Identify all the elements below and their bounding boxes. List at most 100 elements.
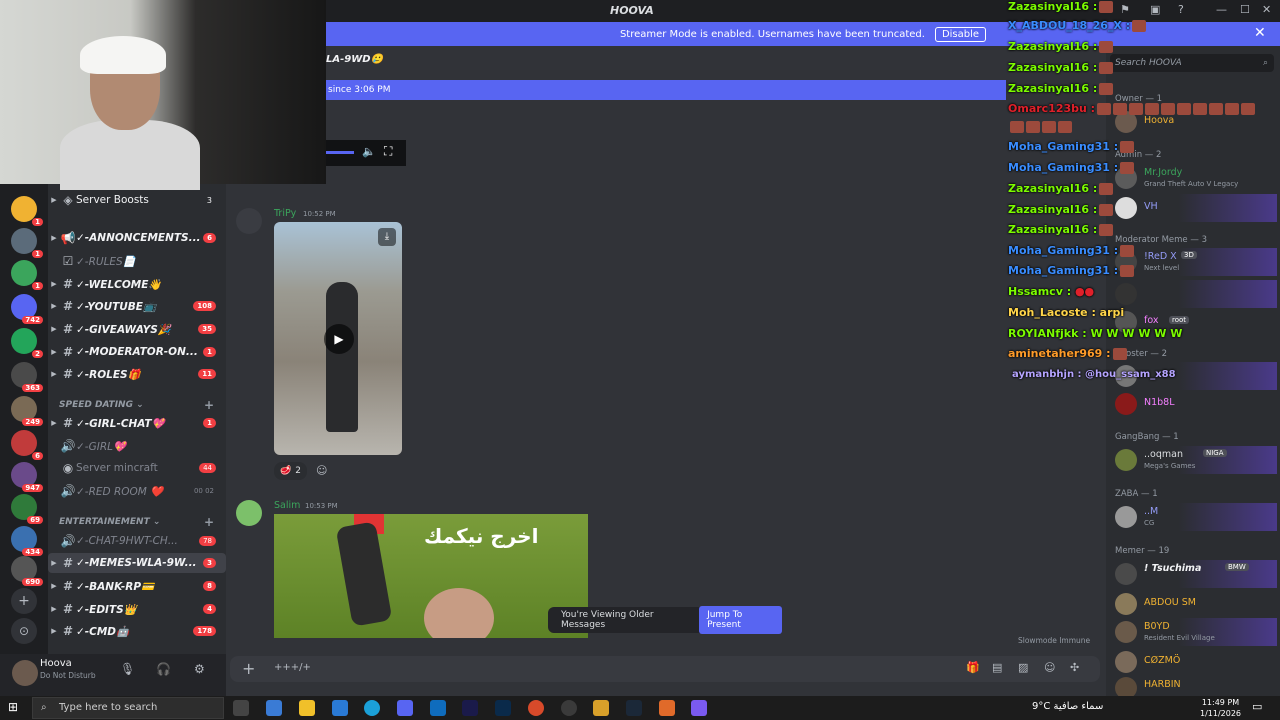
store-icon[interactable] bbox=[266, 700, 282, 716]
channel-item[interactable]: ▶ # ✓-ROLES🎁 11 bbox=[48, 364, 226, 384]
member-item[interactable]: ..oqman NIGA Mega's Games bbox=[1113, 446, 1277, 474]
reaction[interactable]: 🥩 2 bbox=[274, 462, 307, 480]
add-attachment-icon[interactable]: + bbox=[242, 659, 255, 678]
message-author[interactable]: Salim bbox=[274, 500, 300, 511]
banner-close-icon[interactable]: ✕ bbox=[1254, 25, 1266, 41]
channel-item[interactable]: ▶ # ✓-MODERATOR-ON... 1 bbox=[48, 342, 226, 362]
server-icon[interactable]: 947 bbox=[11, 462, 43, 492]
outlook-icon[interactable] bbox=[430, 700, 446, 716]
member-item[interactable]: !ReD X 3D Next level bbox=[1113, 248, 1277, 276]
server-icon[interactable]: 742 bbox=[11, 294, 43, 324]
play-icon[interactable]: ▶ bbox=[324, 324, 354, 354]
member-item[interactable]: ABDOU SM bbox=[1113, 590, 1277, 618]
inbox-icon[interactable]: ⚑ bbox=[1120, 3, 1130, 16]
channel-item[interactable]: 🔊 ✓-RED ROOM ❤️ 00 02 bbox=[48, 481, 226, 501]
gift-icon[interactable]: 🎁 bbox=[966, 661, 980, 674]
category-speed-dating[interactable]: SPEED DATING ⌄ + bbox=[59, 398, 214, 412]
channel-item[interactable]: ▶ 📢 ✓-ANNONCEMENTS... 6 bbox=[48, 228, 226, 248]
obs-icon[interactable] bbox=[561, 700, 577, 716]
app-icon[interactable] bbox=[593, 700, 609, 716]
edge-icon[interactable] bbox=[364, 700, 380, 716]
chrome-icon[interactable] bbox=[528, 700, 544, 716]
discord-icon[interactable] bbox=[397, 700, 413, 716]
server-icon[interactable]: 2 bbox=[11, 328, 43, 358]
disable-button[interactable]: Disable bbox=[934, 26, 987, 42]
download-icon[interactable]: ⤓ bbox=[378, 228, 396, 246]
task-view-icon[interactable] bbox=[233, 700, 249, 716]
app-icon[interactable] bbox=[659, 700, 675, 716]
add-channel-icon[interactable]: + bbox=[204, 398, 214, 412]
member-item[interactable]: ! Tsuchima BMW bbox=[1113, 560, 1277, 588]
notification-icon[interactable]: ▭ bbox=[1252, 700, 1262, 713]
server-icon[interactable]: 1 bbox=[11, 260, 43, 290]
clock[interactable]: 11:49 PM 1/11/2026 bbox=[1200, 697, 1241, 719]
sticker-icon[interactable]: ▨ bbox=[1018, 661, 1028, 674]
member-item[interactable]: ..M CG bbox=[1113, 503, 1277, 531]
category-entertainement[interactable]: ENTERTAINEMENT ⌄ + bbox=[59, 515, 214, 529]
channel-item[interactable]: ▶ # ✓-GIVEAWAYS🎉 35 bbox=[48, 319, 226, 339]
discover-icon[interactable]: ⊙ bbox=[11, 618, 37, 644]
channel-item[interactable]: ☑ ✓-RULES📄 bbox=[48, 251, 226, 271]
channel-item-active[interactable]: ▶ # ✓-MEMES-WLA-9W... 3 bbox=[48, 553, 226, 573]
member-item[interactable]: CØZMÖ bbox=[1113, 648, 1277, 676]
server-icon[interactable]: 1 bbox=[11, 196, 43, 226]
member-item[interactable]: B0YD Resident Evil Village bbox=[1113, 618, 1277, 646]
server-icon[interactable]: 6 bbox=[11, 430, 43, 460]
premiere-icon[interactable] bbox=[462, 700, 478, 716]
server-icon[interactable]: 363 bbox=[11, 362, 43, 392]
video-attachment[interactable]: ▶ ⤓ bbox=[274, 222, 402, 455]
channel-item[interactable]: ▶ # ✓-CMD🤖 178 bbox=[48, 621, 226, 641]
server-icon[interactable]: 690 bbox=[11, 556, 43, 586]
server-boosts[interactable]: ▶ ◈ Server Boosts 3 bbox=[48, 190, 226, 210]
member-item[interactable]: VH bbox=[1113, 194, 1277, 222]
avatar[interactable] bbox=[12, 660, 38, 686]
channel-item[interactable]: ▶ # ✓-YOUTUBE📺 108 bbox=[48, 296, 226, 316]
file-explorer-icon[interactable] bbox=[299, 700, 315, 716]
member-item[interactable]: N1b8L bbox=[1113, 390, 1277, 418]
add-channel-icon[interactable]: + bbox=[204, 515, 214, 529]
message-composer[interactable]: + +++/+ 🎁 ▤ ▨ ☺ ✣ bbox=[230, 656, 1100, 682]
member-item[interactable]: HARBIN bbox=[1113, 674, 1277, 699]
search-input[interactable]: Search HOOVA ⌕ bbox=[1110, 54, 1274, 72]
headphones-icon[interactable]: 🎧 bbox=[156, 662, 171, 676]
gif-icon[interactable]: ▤ bbox=[992, 661, 1002, 674]
message-author[interactable]: TriPy bbox=[274, 208, 296, 219]
mail-icon[interactable] bbox=[332, 700, 348, 716]
channel-item[interactable]: 🔊 ✓-CHAT-9HWT-CH... 78 bbox=[48, 531, 226, 551]
member-item[interactable]: Mr.Jordy Grand Theft Auto V Legacy bbox=[1113, 164, 1277, 192]
user-name[interactable]: Hoova bbox=[40, 658, 72, 669]
server-icon[interactable]: 69 bbox=[11, 494, 43, 524]
maximize-icon[interactable]: ☐ bbox=[1240, 3, 1250, 16]
app-icon[interactable] bbox=[691, 700, 707, 716]
channel-item[interactable]: ▶ # ✓-BANK-RP💳 8 bbox=[48, 576, 226, 596]
server-icon[interactable]: 249 bbox=[11, 396, 43, 426]
windows-start-icon[interactable]: ⊞ bbox=[8, 700, 22, 714]
member-item[interactable] bbox=[1113, 280, 1277, 308]
apps-icon[interactable]: ✣ bbox=[1070, 661, 1079, 674]
channel-item[interactable]: ▶ # ✓-EDITS👑 4 bbox=[48, 599, 226, 619]
settings-icon[interactable]: ⚙ bbox=[194, 662, 205, 676]
avatar[interactable] bbox=[236, 208, 262, 234]
emoji-icon[interactable]: ☺ bbox=[1044, 661, 1055, 674]
weather-widget[interactable]: 9°C سماء صافية bbox=[1032, 701, 1103, 712]
add-server-icon[interactable]: + bbox=[11, 588, 37, 614]
screen-icon[interactable]: ▣ bbox=[1150, 3, 1160, 16]
video-progress[interactable] bbox=[326, 151, 354, 154]
channel-item[interactable]: ▶ # ✓-GIRL-CHAT💖 1 bbox=[48, 413, 226, 433]
new-messages-bar[interactable]: since 3:06 PM bbox=[326, 80, 1006, 100]
steam-icon[interactable] bbox=[626, 700, 642, 716]
channel-item[interactable]: ◉ Server mincraft 44 bbox=[48, 458, 226, 478]
taskbar-search-input[interactable]: ⌕ Type here to search bbox=[32, 697, 224, 719]
server-icon[interactable]: 434 bbox=[11, 526, 43, 556]
minimize-icon[interactable]: — bbox=[1216, 3, 1227, 16]
jump-to-present-button[interactable]: Jump To Present bbox=[699, 606, 782, 634]
image-attachment[interactable]: اخرج نيكمك bbox=[274, 514, 588, 638]
photoshop-icon[interactable] bbox=[495, 700, 511, 716]
volume-icon[interactable]: 🔈 bbox=[362, 145, 376, 158]
add-reaction-icon[interactable]: ☺ bbox=[316, 464, 327, 477]
avatar[interactable] bbox=[236, 500, 262, 526]
channel-item[interactable]: 🔊 ✓-GIRL💖 bbox=[48, 436, 226, 456]
close-window-icon[interactable]: ✕ bbox=[1262, 3, 1271, 16]
microphone-icon[interactable]: 🎙 bbox=[120, 662, 135, 676]
server-icon[interactable]: 1 bbox=[11, 228, 43, 258]
